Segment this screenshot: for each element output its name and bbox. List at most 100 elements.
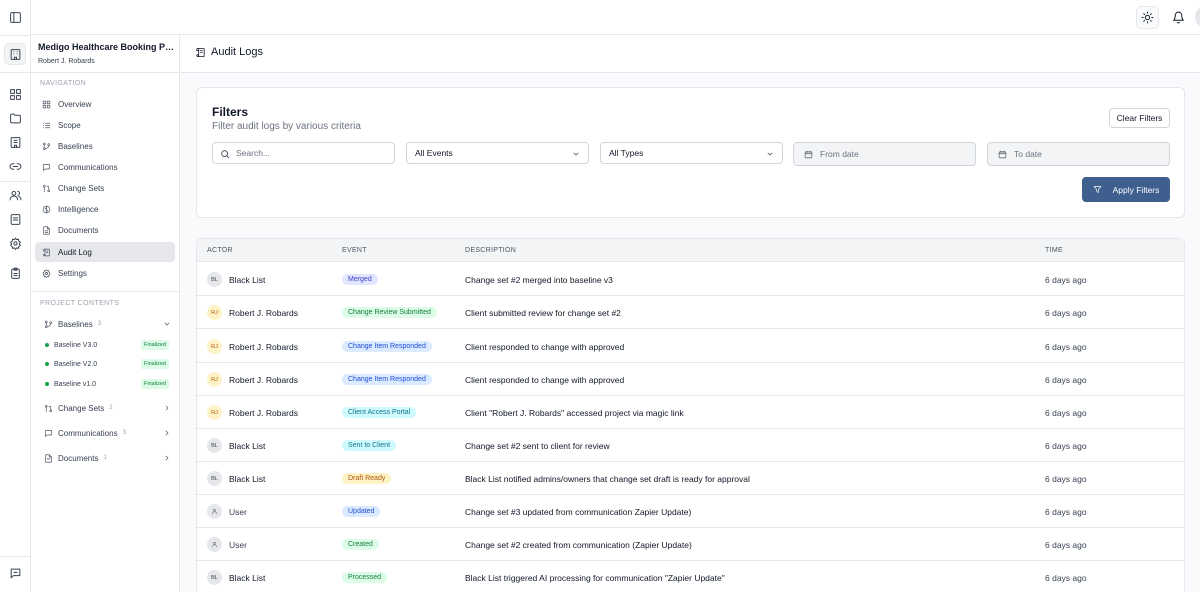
user-avatar[interactable]: BL: [1195, 6, 1200, 28]
message-square-icon[interactable]: [4, 562, 26, 584]
bell-icon[interactable]: [1167, 6, 1190, 29]
event-cell: Draft Ready: [342, 462, 392, 495]
avatar: RJ: [207, 305, 222, 320]
message-square-icon: [45, 429, 52, 437]
contents-communications[interactable]: Communications 3: [44, 425, 171, 441]
project-title[interactable]: Medigo Healthcare Booking Platform: [38, 42, 176, 52]
table-row[interactable]: RJ Robert J. Robards Change Item Responded…: [197, 363, 1184, 396]
sidebar-item-communications[interactable]: Communications: [35, 157, 175, 177]
time-cell: 6 days ago: [1045, 539, 1087, 550]
chevron-down-icon[interactable]: [163, 320, 171, 328]
sidebar-item-audit-log[interactable]: Audit Log: [35, 242, 175, 262]
clipboard-icon[interactable]: [4, 262, 26, 284]
credit-card-icon[interactable]: [4, 208, 26, 230]
users-icon[interactable]: [4, 184, 26, 206]
sun-icon[interactable]: [1136, 6, 1159, 29]
event-cell: Merged: [342, 263, 378, 296]
actor-name: User: [229, 506, 247, 517]
baseline-item[interactable]: Baseline V3.0 Finalized: [45, 338, 169, 352]
building-2-icon[interactable]: [4, 131, 26, 153]
message-square-icon: [43, 163, 50, 171]
sidebar-item-label: Intelligence: [58, 204, 99, 214]
sidebar-item-label: Documents: [58, 225, 99, 235]
event-cell: Change Item Responded: [342, 330, 432, 363]
git-pull-request-icon: [44, 404, 53, 412]
event-select[interactable]: All Events: [406, 142, 589, 164]
description-cell: Change set #2 sent to client for review: [465, 440, 610, 451]
top-bar: BL: [31, 0, 1200, 35]
table-row[interactable]: RJ Robert J. Robards Client Access Portal C…: [197, 396, 1184, 429]
avatar: BL: [207, 438, 222, 453]
event-badge: Change Review Submitted: [342, 307, 437, 318]
main-content: Audit Logs Filters Filter audit logs by …: [181, 35, 1200, 592]
table-header: ACTOR EVENT DESCRIPTION TIME: [197, 239, 1184, 262]
actor-name: Black List: [229, 572, 266, 583]
sidebar-item-settings[interactable]: Settings: [35, 263, 175, 283]
table-row[interactable]: BL Black List Sent to Client Change set #2 …: [197, 429, 1184, 462]
icon-rail: [0, 0, 31, 592]
building-icon[interactable]: [4, 43, 26, 65]
scroll-icon: [196, 47, 205, 57]
actor-cell: BL Black List: [207, 462, 265, 495]
panel-left-icon[interactable]: [4, 6, 26, 28]
link-icon[interactable]: [4, 155, 26, 177]
chevron-right-icon[interactable]: [163, 454, 171, 462]
filters-card: Filters Filter audit logs by various cri…: [196, 87, 1185, 218]
chevron-right-icon[interactable]: [163, 404, 171, 412]
chevron-right-icon[interactable]: [163, 429, 171, 437]
baseline-item[interactable]: Baseline V2.0 Finalized: [45, 357, 169, 371]
table-row[interactable]: BL Black List Draft Ready Black List notifi…: [197, 462, 1184, 495]
sidebar-item-baselines[interactable]: Baselines: [35, 136, 175, 156]
sidebar-item-change-sets[interactable]: Change Sets: [35, 178, 175, 198]
actor-name: Robert J. Robards: [229, 374, 298, 385]
chevron-down-icon: [767, 152, 773, 156]
baseline-label: Baseline v1.0: [54, 380, 97, 388]
rail-divider: [0, 181, 30, 182]
apply-filters-button[interactable]: Apply Filters: [1082, 177, 1170, 202]
sidebar-item-label: Scope: [58, 120, 81, 130]
time-cell: 6 days ago: [1045, 506, 1087, 517]
table-row[interactable]: RJ Robert J. Robards Change Item Responded…: [197, 330, 1184, 363]
column-header-time: TIME: [1045, 247, 1063, 254]
audit-log-table: ACTOR EVENT DESCRIPTION TIME BL Black Lis…: [196, 238, 1185, 592]
sidebar-divider: [31, 291, 179, 292]
sidebar-item-scope[interactable]: Scope: [35, 115, 175, 135]
time-cell: 6 days ago: [1045, 440, 1087, 451]
event-cell: Created: [342, 528, 379, 561]
type-select[interactable]: All Types: [600, 142, 783, 164]
time-cell: 6 days ago: [1045, 407, 1087, 418]
sidebar-item-overview[interactable]: Overview: [35, 94, 175, 114]
to-date-field[interactable]: To date: [987, 142, 1170, 166]
sidebar-divider: [31, 72, 179, 73]
from-date-field[interactable]: From date: [793, 142, 976, 166]
table-row[interactable]: User Updated Change set #3 updated from co…: [197, 495, 1184, 528]
table-row[interactable]: BL Black List Processed Black List triggere…: [197, 561, 1184, 592]
contents-change-sets[interactable]: Change Sets 2: [44, 400, 171, 416]
avatar: RJ: [207, 339, 222, 354]
event-cell: Change Review Submitted: [342, 296, 437, 329]
sidebar-item-intelligence[interactable]: Intelligence: [35, 199, 175, 219]
contents-count: 1: [103, 455, 107, 461]
contents-documents[interactable]: Documents 1: [44, 450, 171, 466]
brain-icon: [42, 205, 51, 213]
sidebar-item-documents[interactable]: Documents: [35, 220, 175, 240]
table-row[interactable]: BL Black List Merged Change set #2 merged i…: [197, 263, 1184, 296]
gear-icon[interactable]: [4, 232, 26, 254]
actor-cell: BL Black List: [207, 561, 265, 592]
clear-filters-button[interactable]: Clear Filters: [1109, 108, 1170, 128]
table-row[interactable]: RJ Robert J. Robards Change Review Submitt…: [197, 296, 1184, 329]
sidebar: Medigo Healthcare Booking Platform Rober…: [31, 35, 180, 592]
actor-name: Black List: [229, 274, 266, 285]
search-input[interactable]: Search...: [212, 142, 395, 164]
contents-baselines[interactable]: Baselines 3: [44, 316, 171, 332]
baseline-item[interactable]: Baseline v1.0 Finalized: [45, 377, 169, 391]
time-cell: 6 days ago: [1045, 572, 1087, 583]
sidebar-item-label: Communications: [58, 162, 118, 172]
search-icon: [221, 150, 230, 159]
table-row[interactable]: User Created Change set #2 created from co…: [197, 528, 1184, 561]
folder-icon[interactable]: [4, 107, 26, 129]
time-cell: 6 days ago: [1045, 341, 1087, 352]
contents-heading: PROJECT CONTENTS: [40, 300, 120, 307]
layout-grid-icon[interactable]: [4, 83, 26, 105]
description-cell: Client submitted review for change set #…: [465, 307, 621, 318]
